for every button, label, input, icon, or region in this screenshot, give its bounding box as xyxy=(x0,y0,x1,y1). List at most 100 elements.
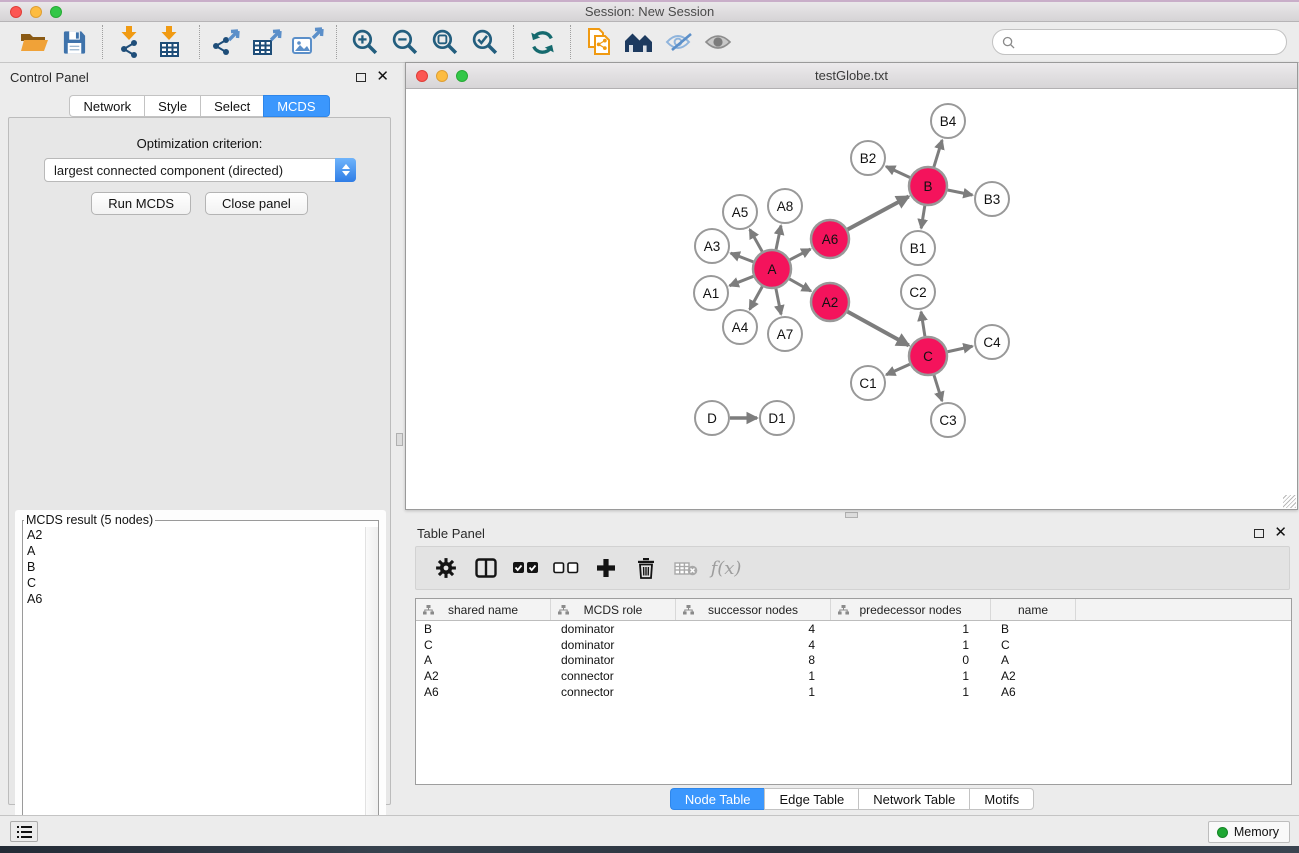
open-file-button[interactable] xyxy=(14,25,54,59)
gear-button[interactable] xyxy=(428,552,464,584)
network-window-titlebar[interactable]: testGlobe.txt xyxy=(406,63,1297,89)
edge-C-C1[interactable] xyxy=(886,364,910,375)
refresh-button[interactable] xyxy=(522,25,562,59)
edge-A6-B[interactable] xyxy=(848,196,909,229)
edge-A-A8[interactable] xyxy=(776,226,781,250)
minimize-window-button[interactable] xyxy=(30,6,42,18)
tab-node-table[interactable]: Node Table xyxy=(670,788,765,810)
export-network-button[interactable] xyxy=(208,25,248,59)
show-eye-icon xyxy=(704,33,734,51)
tab-select[interactable]: Select xyxy=(200,95,263,117)
edge-A-A6[interactable] xyxy=(790,249,811,260)
network-zoom-button[interactable] xyxy=(456,70,468,82)
edge-B-B4[interactable] xyxy=(934,140,942,167)
tab-network-table[interactable]: Network Table xyxy=(858,788,969,810)
search-input[interactable] xyxy=(1020,35,1286,49)
run-mcds-button[interactable]: Run MCDS xyxy=(91,192,191,215)
horizontal-splitter-handle[interactable] xyxy=(845,512,858,518)
zoom-fit-button[interactable] xyxy=(425,25,465,59)
column-header-MCDS-role[interactable]: MCDS role xyxy=(551,599,676,620)
mcds-result-item[interactable]: A2 xyxy=(23,527,378,543)
column-header-shared-name[interactable]: shared name xyxy=(416,599,551,620)
hide-eye-button[interactable] xyxy=(659,25,699,59)
table-row[interactable]: Adominator80A xyxy=(416,653,1291,669)
edge-B-B1[interactable] xyxy=(921,206,925,229)
save-session-button[interactable] xyxy=(54,25,94,59)
export-network-icon xyxy=(212,27,244,57)
edge-A-A4[interactable] xyxy=(750,287,763,310)
export-table-button[interactable] xyxy=(248,25,288,59)
resize-grip-icon[interactable] xyxy=(1283,495,1296,508)
zoom-in-button[interactable] xyxy=(345,25,385,59)
edge-A-A3[interactable] xyxy=(731,253,754,262)
node-table[interactable]: shared nameMCDS rolesuccessor nodesprede… xyxy=(415,598,1292,785)
column-header-name[interactable]: name xyxy=(991,599,1076,620)
show-panels-button[interactable] xyxy=(10,821,38,842)
trash-button[interactable] xyxy=(628,552,664,584)
table-row[interactable]: Cdominator41C xyxy=(416,637,1291,653)
mcds-result-item[interactable]: B xyxy=(23,559,378,575)
table-toolbar: f(x) xyxy=(415,546,1290,590)
table-float-panel-icon[interactable] xyxy=(1254,529,1264,538)
tab-style[interactable]: Style xyxy=(144,95,200,117)
edge-A-A5[interactable] xyxy=(750,229,762,251)
checkboxes-checked-button[interactable] xyxy=(508,552,544,584)
import-network-button[interactable] xyxy=(111,25,151,59)
zoom-window-button[interactable] xyxy=(50,6,62,18)
checkboxes-unchecked-button[interactable] xyxy=(548,552,584,584)
tab-mcds[interactable]: MCDS xyxy=(263,95,329,117)
mcds-result-item[interactable]: C xyxy=(23,575,378,591)
criterion-dropdown[interactable]: largest connected component (directed) xyxy=(44,158,356,182)
column-header-predecessor-nodes[interactable]: predecessor nodes xyxy=(831,599,991,620)
column-header-successor-nodes[interactable]: successor nodes xyxy=(676,599,831,620)
mcds-result-item[interactable]: A xyxy=(23,543,378,559)
vertical-splitter-handle[interactable] xyxy=(396,433,403,446)
node-label-A4: A4 xyxy=(732,320,749,335)
network-canvas[interactable]: B4B2BB3B1A5A8A6A3AA1A2C2A4A7C4CC1C3DD1 xyxy=(406,89,1297,509)
plus-button[interactable] xyxy=(588,552,624,584)
mcds-tab-content: Optimization criterion: largest connecte… xyxy=(8,117,391,805)
window-controls[interactable] xyxy=(10,6,62,18)
export-table-icon xyxy=(252,27,285,57)
mcds-result-item[interactable]: A6 xyxy=(23,591,378,607)
search-box[interactable] xyxy=(992,29,1287,55)
table-row[interactable]: Bdominator41B xyxy=(416,621,1291,637)
tab-motifs[interactable]: Motifs xyxy=(969,788,1034,810)
edge-A-A2[interactable] xyxy=(789,279,810,291)
function-builder-button[interactable]: f(x) xyxy=(708,552,744,584)
network-window-controls[interactable] xyxy=(416,70,468,82)
float-panel-icon[interactable] xyxy=(356,73,366,82)
edge-A-A1[interactable] xyxy=(730,276,754,285)
edge-C-C3[interactable] xyxy=(934,375,942,401)
copy-documents-button[interactable] xyxy=(579,25,619,59)
table-delete-button[interactable] xyxy=(668,552,704,584)
edge-A-A7[interactable] xyxy=(776,289,781,315)
first-neighbors-button[interactable] xyxy=(619,25,659,59)
mcds-result-list[interactable]: A2ABCA6 xyxy=(23,527,378,849)
zoom-selected-button[interactable] xyxy=(465,25,505,59)
table-row[interactable]: A6connector11A6 xyxy=(416,684,1291,700)
edge-B-B2[interactable] xyxy=(886,166,910,177)
table-close-panel-icon[interactable]: ✕ xyxy=(1274,528,1287,538)
network-graph[interactable]: B4B2BB3B1A5A8A6A3AA1A2C2A4A7C4CC1C3DD1 xyxy=(406,89,1297,509)
columns-button[interactable] xyxy=(468,552,504,584)
memory-button[interactable]: Memory xyxy=(1208,821,1290,843)
tab-network[interactable]: Network xyxy=(69,95,144,117)
import-table-button[interactable] xyxy=(151,25,191,59)
result-scrollbar[interactable] xyxy=(365,527,378,849)
export-image-button[interactable] xyxy=(288,25,328,59)
edge-C-C4[interactable] xyxy=(948,346,973,351)
edge-B-B3[interactable] xyxy=(948,190,973,195)
edge-C-C2[interactable] xyxy=(921,312,925,336)
network-close-button[interactable] xyxy=(416,70,428,82)
show-eye-button[interactable] xyxy=(699,25,739,59)
zoom-out-button[interactable] xyxy=(385,25,425,59)
close-panel-icon[interactable]: ✕ xyxy=(376,72,389,82)
zoom-fit-icon xyxy=(431,28,459,56)
close-window-button[interactable] xyxy=(10,6,22,18)
close-panel-button[interactable]: Close panel xyxy=(205,192,308,215)
network-minimize-button[interactable] xyxy=(436,70,448,82)
tab-edge-table[interactable]: Edge Table xyxy=(764,788,858,810)
table-row[interactable]: A2connector11A2 xyxy=(416,668,1291,684)
edge-A2-C[interactable] xyxy=(848,312,909,346)
